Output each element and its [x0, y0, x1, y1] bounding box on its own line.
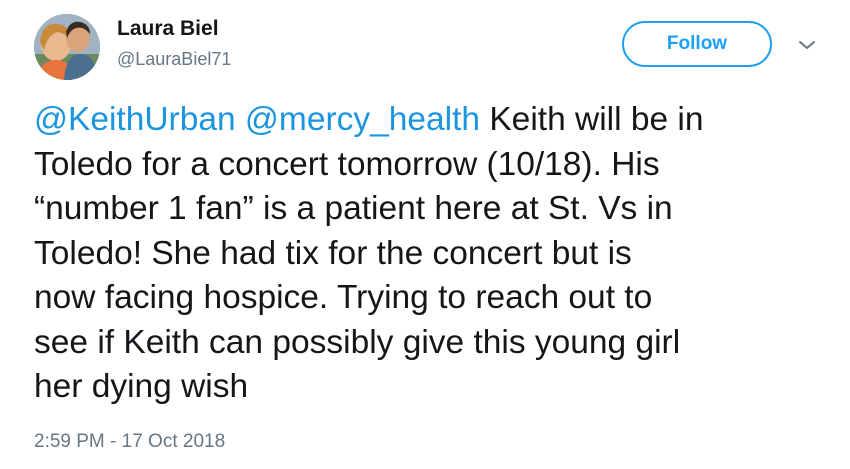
avatar[interactable]	[34, 14, 100, 80]
mention-link[interactable]: @mercy_health	[245, 101, 480, 138]
avatar-image	[34, 14, 100, 80]
author-handle[interactable]: @LauraBiel71	[117, 50, 231, 68]
tweet-text: @KeithUrban @mercy_health Keith will be …	[34, 98, 824, 410]
tweet-card: Laura Biel @LauraBiel71 Follow @KeithUrb…	[0, 0, 850, 469]
follow-button[interactable]: Follow	[622, 21, 772, 67]
mention-link[interactable]: @KeithUrban	[34, 101, 236, 138]
tweet-timestamp[interactable]: 2:59 PM - 17 Oct 2018	[34, 432, 225, 451]
tweet-text-body: Toledo for a concert tomorrow (10/18). H…	[34, 145, 681, 406]
chevron-down-icon[interactable]	[796, 38, 818, 52]
author-name[interactable]: Laura Biel	[117, 18, 219, 39]
tweet-text-line: Keith will be in	[480, 101, 704, 138]
